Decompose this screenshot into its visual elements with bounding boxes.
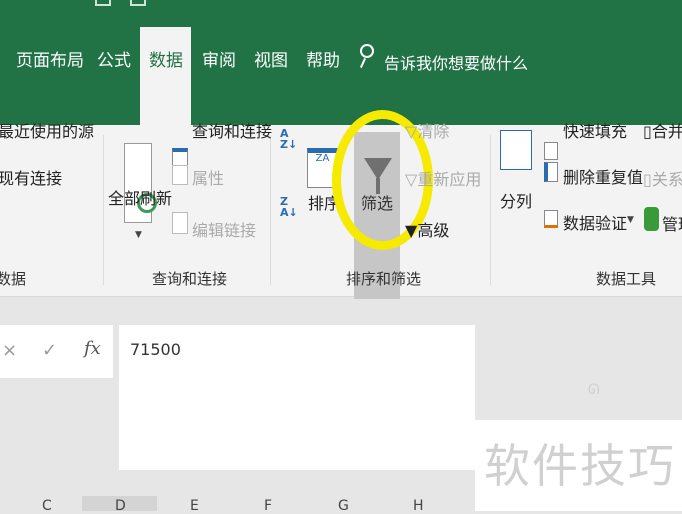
label: 现有连接 <box>0 169 63 188</box>
insert-function-icon[interactable]: fx <box>84 338 101 359</box>
recent-sources-button[interactable]: 最近使用的源 <box>0 118 94 142</box>
clear-button[interactable]: ▽清除 <box>405 118 449 142</box>
remove-duplicates-button[interactable]: 删除重复值 <box>563 164 643 188</box>
label: 重新应用 <box>417 170 482 189</box>
column-header-e[interactable]: E <box>190 498 199 514</box>
divider <box>270 135 271 285</box>
queries-connections-button[interactable]: 查询和连接 <box>192 118 272 142</box>
remove-duplicates-icon <box>544 162 558 182</box>
tab-help[interactable]: 帮助 <box>306 46 340 71</box>
flash-fill-icon <box>544 142 558 160</box>
dropdown-arrow-icon[interactable]: ▼ <box>627 215 634 225</box>
search-icon[interactable] <box>360 44 374 58</box>
refresh-all-button[interactable]: 全部刷新 <box>108 185 172 209</box>
manage-data-model-icon <box>644 207 659 231</box>
tab-page-layout[interactable]: 页面布局 <box>16 46 84 71</box>
watermark-text: 软件技巧 <box>484 439 676 493</box>
consolidate-button[interactable]: ▯合并 <box>643 118 682 142</box>
edit-links-icon <box>172 212 188 234</box>
cancel-icon[interactable]: × <box>2 340 17 361</box>
relationships-button[interactable]: ▯关系 <box>643 166 682 190</box>
label: 合并 <box>651 122 682 141</box>
watermark-logo-icon: ᘏ <box>588 382 600 398</box>
data-validation-icon <box>544 210 558 228</box>
tab-view[interactable]: 视图 <box>254 46 288 71</box>
enter-icon[interactable]: ✓ <box>42 340 57 361</box>
group-label: 数据 <box>0 270 27 288</box>
divider <box>490 135 491 285</box>
group-label: 数据工具 <box>596 270 657 288</box>
properties-icon <box>172 165 188 185</box>
label: 高级 <box>417 221 450 240</box>
text-to-columns-button[interactable]: 分列 <box>500 188 532 212</box>
qat-icon[interactable] <box>130 0 146 6</box>
properties-button[interactable]: 属性 <box>192 165 224 189</box>
existing-connections-button[interactable]: 现有连接 <box>0 165 62 189</box>
sort-za-icon[interactable]: Z A↓ <box>280 196 298 218</box>
column-header-f[interactable]: F <box>264 498 272 514</box>
column-header-c[interactable]: C <box>42 498 52 514</box>
dropdown-arrow-icon[interactable]: ▼ <box>135 230 142 240</box>
divider <box>103 135 104 285</box>
label: 关系 <box>651 170 682 189</box>
sort-az-icon[interactable]: A Z↓ <box>280 128 297 150</box>
column-header-g[interactable]: G <box>338 498 349 514</box>
advanced-button[interactable]: ▼高级 <box>405 217 449 241</box>
tell-me-search[interactable]: 告诉我你想要做什么 <box>384 50 528 74</box>
manage-button[interactable]: 管理 <box>662 211 682 235</box>
edit-links-button[interactable]: 编辑链接 <box>192 217 256 241</box>
column-header-d[interactable]: D <box>115 498 126 514</box>
text-to-columns-icon <box>500 130 532 170</box>
flash-fill-button[interactable]: 快速填充 <box>563 118 627 142</box>
tab-data[interactable]: 数据 <box>149 46 183 71</box>
reapply-button[interactable]: ▽重新应用 <box>405 166 481 190</box>
group-label: 排序和筛选 <box>346 270 422 288</box>
label: 清除 <box>417 122 450 141</box>
label: 最近使用的源 <box>0 122 95 141</box>
qat-icon[interactable] <box>95 0 111 6</box>
data-validation-button[interactable]: 数据验证 <box>563 210 627 234</box>
tab-review[interactable]: 审阅 <box>202 46 236 71</box>
column-header-h[interactable]: H <box>413 498 424 514</box>
group-label: 查询和连接 <box>152 270 228 288</box>
active-tab-bg <box>140 27 191 127</box>
tab-formulas[interactable]: 公式 <box>97 46 131 71</box>
formula-value: 71500 <box>130 340 181 359</box>
